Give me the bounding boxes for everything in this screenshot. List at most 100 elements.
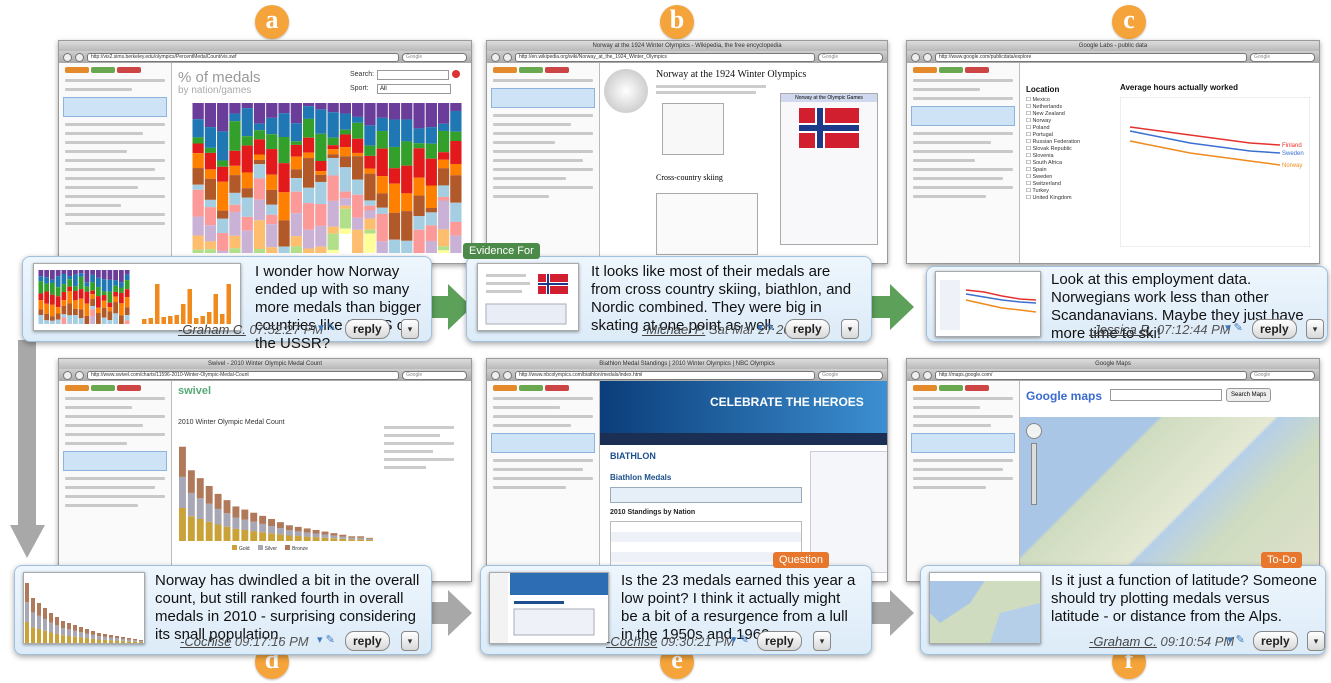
reply-button[interactable]: reply — [1253, 631, 1298, 651]
pan-control-icon[interactable] — [1026, 423, 1042, 439]
stack-segment — [73, 270, 78, 275]
search-box[interactable]: Google — [1250, 370, 1315, 380]
country-option[interactable]: ☐ Switzerland — [1026, 181, 1106, 188]
tag-pencil-icons[interactable]: ▾ ✎ — [1227, 633, 1245, 646]
url-bar[interactable]: http://vis2.sims.berkeley.edu/olympics/P… — [87, 52, 399, 62]
reply-button[interactable]: reply — [345, 319, 390, 339]
maps-search-input[interactable] — [1110, 389, 1222, 401]
country-option[interactable]: ☐ South Africa — [1026, 160, 1106, 167]
stack-segment — [44, 291, 49, 304]
selected-comment[interactable] — [63, 97, 167, 117]
reply-button[interactable]: reply — [1252, 319, 1297, 339]
comment-thumbnail[interactable] — [489, 572, 609, 644]
url-bar[interactable]: http://www.google.com/publicdata/explore — [935, 52, 1247, 62]
country-option[interactable]: ☐ Sweden — [1026, 174, 1106, 181]
sport-select[interactable]: All — [377, 84, 451, 94]
search-box[interactable]: Google — [402, 370, 467, 380]
selected-comment[interactable] — [63, 451, 167, 471]
comment-thumbnail[interactable] — [23, 572, 145, 644]
search-box[interactable]: Google — [402, 52, 467, 62]
country-option[interactable]: ☐ Spain — [1026, 167, 1106, 174]
url-bar[interactable]: http://www.swivel.com/charts/11596-2010-… — [87, 370, 399, 380]
selected-comment[interactable] — [491, 433, 595, 453]
legend-item: Silver — [257, 545, 277, 552]
selected-comment[interactable] — [911, 433, 1015, 453]
url-bar[interactable]: http://www.nbcolympics.com/biathlon/meda… — [515, 370, 815, 380]
country-option[interactable]: ☐ United Kingdom — [1026, 195, 1106, 202]
comment-author[interactable]: -Michael P. — [642, 322, 705, 337]
back-icon[interactable] — [491, 52, 500, 62]
tag-pencil-icons[interactable]: ▾ ✎ — [757, 321, 775, 334]
stack-segment — [90, 294, 95, 300]
country-option[interactable]: ☐ Mexico — [1026, 97, 1106, 104]
stack-segment — [266, 134, 278, 150]
comment-author[interactable]: -Cochise — [606, 634, 657, 649]
to-do-tag[interactable]: To-Do — [1261, 552, 1303, 568]
stack-segment — [253, 199, 266, 221]
search-box[interactable]: Google — [818, 370, 883, 380]
comment-thumbnail[interactable] — [33, 263, 241, 331]
back-icon[interactable] — [63, 52, 72, 62]
back-icon[interactable] — [491, 370, 500, 380]
stack-segment — [376, 117, 388, 132]
country-option[interactable]: ☐ Portugal — [1026, 132, 1106, 139]
url-bar[interactable]: http://en.wikipedia.org/wiki/Norway_at_t… — [515, 52, 815, 62]
reply-button[interactable]: reply — [345, 631, 390, 651]
reply-button[interactable]: reply — [785, 319, 830, 339]
search-box[interactable]: Google — [1250, 52, 1315, 62]
url-bar[interactable]: http://maps.google.com/ — [935, 370, 1247, 380]
back-icon[interactable] — [911, 370, 920, 380]
comment-thumbnail[interactable] — [935, 271, 1041, 337]
stack-segment — [376, 207, 388, 214]
country-option[interactable]: ☐ Norway — [1026, 118, 1106, 125]
back-icon[interactable] — [911, 52, 920, 62]
reply-dropdown-icon[interactable]: ▾ — [1306, 319, 1324, 339]
tag-pencil-icons[interactable]: ▾ ✎ — [317, 633, 335, 646]
forward-icon[interactable] — [75, 370, 84, 380]
selected-comment[interactable] — [491, 88, 595, 108]
country-option[interactable]: ☐ Turkey — [1026, 188, 1106, 195]
tag-pencil-icons[interactable]: ▾ ✎ — [1225, 321, 1243, 334]
comment-thumbnail[interactable] — [477, 263, 579, 331]
comment-author[interactable]: -Jessica R. — [1089, 322, 1153, 337]
forward-icon[interactable] — [923, 370, 932, 380]
tag-pencil-icons[interactable]: ▾ ✎ — [731, 633, 749, 646]
comment-author[interactable]: -Graham C. — [1089, 634, 1157, 649]
comment-author[interactable]: -Graham C. — [178, 322, 246, 337]
stack-segment — [204, 147, 217, 153]
zoom-slider[interactable] — [1031, 443, 1037, 505]
comment-thumbnail[interactable] — [929, 572, 1041, 644]
question-tag[interactable]: Question — [773, 552, 830, 568]
comment-author[interactable]: -Cochise — [180, 634, 231, 649]
reply-dropdown-icon[interactable]: ▾ — [813, 631, 831, 651]
tag-pencil-icons[interactable]: ▾ ✎ — [318, 321, 336, 334]
forward-icon[interactable] — [503, 370, 512, 380]
country-option[interactable]: ☐ Poland — [1026, 125, 1106, 132]
country-option[interactable]: ☐ New Zealand — [1026, 111, 1106, 118]
reply-dropdown-icon[interactable]: ▾ — [841, 319, 859, 339]
back-icon[interactable] — [63, 370, 72, 380]
medal-bar-segment — [127, 639, 131, 642]
country-option[interactable]: ☐ Slovak Republic — [1026, 146, 1106, 153]
selected-comment[interactable] — [911, 106, 1015, 126]
stack-segment — [113, 291, 118, 297]
search-maps-button[interactable]: Search Maps — [1226, 388, 1272, 402]
reply-dropdown-icon[interactable]: ▾ — [401, 319, 419, 339]
country-option[interactable]: ☐ Russian Federation — [1026, 139, 1106, 146]
sport-heading: BIATHLON — [610, 451, 656, 461]
search-box[interactable]: Google — [818, 52, 883, 62]
clear-search-icon[interactable] — [452, 70, 460, 78]
reply-dropdown-icon[interactable]: ▾ — [401, 631, 419, 651]
comment-bubble-c: Look at this employment data. Norwegians… — [926, 266, 1328, 342]
reply-dropdown-icon[interactable]: ▾ — [1307, 631, 1325, 651]
forward-icon[interactable] — [75, 52, 84, 62]
evidence-for-tag[interactable]: Evidence For — [463, 243, 540, 259]
stack-segment — [101, 295, 107, 301]
reply-button[interactable]: reply — [757, 631, 802, 651]
country-option[interactable]: ☐ Slovenia — [1026, 153, 1106, 160]
forward-icon[interactable] — [503, 52, 512, 62]
forward-icon[interactable] — [923, 52, 932, 62]
search-input[interactable] — [377, 70, 449, 80]
country-option[interactable]: ☐ Netherlands — [1026, 104, 1106, 111]
medal-bar-segment — [223, 500, 231, 514]
